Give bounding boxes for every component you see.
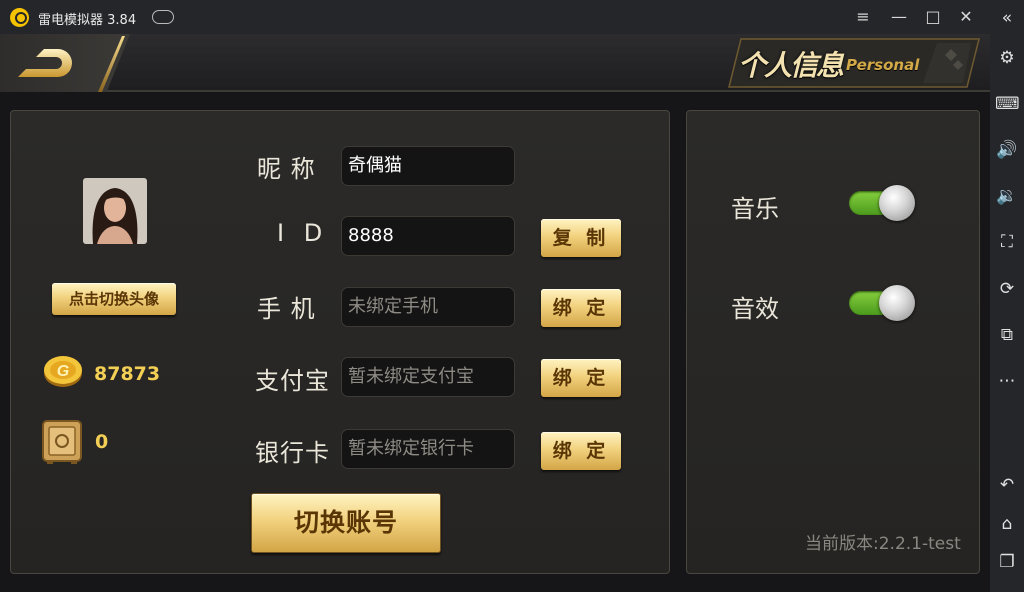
sound-effects-toggle[interactable]	[849, 285, 915, 321]
emulator-logo-icon	[10, 8, 29, 27]
bind-bank-card-button[interactable]: 绑 定	[541, 432, 621, 470]
minimize-button[interactable]: —	[888, 7, 910, 27]
phone-label: 手 机	[257, 295, 316, 323]
emulator-titlebar: 雷电模拟器 3.84 ≡ — □ ✕	[0, 0, 990, 34]
safe-box-icon	[42, 420, 82, 464]
page-title-english: Personal	[846, 56, 920, 74]
bind-alipay-button[interactable]: 绑 定	[541, 359, 621, 397]
coin-balance: 87873	[94, 363, 161, 385]
nickname-label: 昵 称	[257, 155, 316, 183]
bank-card-field[interactable]: 暂未绑定银行卡	[341, 429, 515, 469]
page-header: 个人信息 Personal	[0, 34, 990, 92]
id-field[interactable]: 8888	[341, 216, 515, 256]
alipay-label: 支付宝	[255, 367, 330, 395]
emulator-sidebar: « ⚙ ⌨ 🔊 🔉 ⛶ ⟳ ⧉ ⋯ ↶ ⌂ ❐	[990, 0, 1024, 592]
gold-coin-icon: G	[44, 356, 82, 387]
menu-button[interactable]: ≡	[852, 7, 874, 27]
music-toggle-knob	[879, 185, 915, 221]
nickname-field[interactable]: 奇偶猫	[341, 146, 515, 186]
version-text: 当前版本:2.2.1-test	[805, 534, 961, 554]
change-avatar-button[interactable]: 点击切换头像	[52, 283, 176, 315]
record-icon[interactable]: ⟳	[995, 277, 1019, 301]
svg-text:G: G	[57, 363, 69, 380]
app-title: 雷电模拟器 3.84	[38, 13, 137, 28]
volume-down-icon[interactable]: 🔉	[995, 184, 1019, 208]
multi-instance-icon[interactable]: ⧉	[995, 323, 1019, 347]
music-toggle[interactable]	[849, 185, 915, 221]
back-arrow-icon	[18, 49, 72, 77]
bank-card-label: 银行卡	[255, 439, 330, 467]
phone-field[interactable]: 未绑定手机	[341, 287, 515, 327]
more-icon[interactable]: ⋯	[995, 369, 1019, 393]
back-icon[interactable]: ↶	[995, 473, 1019, 497]
music-label: 音乐	[731, 195, 779, 223]
header-divider-icon	[98, 36, 125, 92]
switch-account-button[interactable]: 切换账号	[251, 493, 441, 553]
collapse-sidebar-button[interactable]: «	[995, 6, 1019, 30]
gamepad-icon[interactable]	[152, 10, 174, 24]
maximize-button[interactable]: □	[922, 7, 944, 27]
sound-toggle-knob	[879, 285, 915, 321]
game-screen: 个人信息 Personal 点击切换头像 G 87873 0 昵 称 奇偶猫 I…	[0, 34, 990, 592]
close-button[interactable]: ✕	[955, 7, 977, 27]
home-icon[interactable]: ⌂	[995, 512, 1019, 536]
settings-panel: 音乐 音效 当前版本:2.2.1-test	[686, 110, 980, 574]
avatar[interactable]	[83, 178, 147, 244]
keyboard-icon[interactable]: ⌨	[995, 92, 1020, 116]
bind-phone-button[interactable]: 绑 定	[541, 289, 621, 327]
copy-id-button[interactable]: 复 制	[541, 219, 621, 257]
page-title: 个人信息	[738, 49, 844, 82]
fullscreen-icon[interactable]: ⛶	[995, 230, 1019, 254]
sound-effects-label: 音效	[731, 295, 779, 323]
profile-panel: 点击切换头像 G 87873 0 昵 称 奇偶猫 I D 8888 复 制 手 …	[10, 110, 670, 574]
safe-balance: 0	[95, 431, 109, 453]
volume-up-icon[interactable]: 🔊	[995, 138, 1019, 162]
alipay-field[interactable]: 暂未绑定支付宝	[341, 357, 515, 397]
recent-apps-icon[interactable]: ❐	[995, 550, 1019, 574]
settings-icon[interactable]: ⚙	[995, 46, 1019, 70]
id-label: I D	[277, 219, 329, 247]
